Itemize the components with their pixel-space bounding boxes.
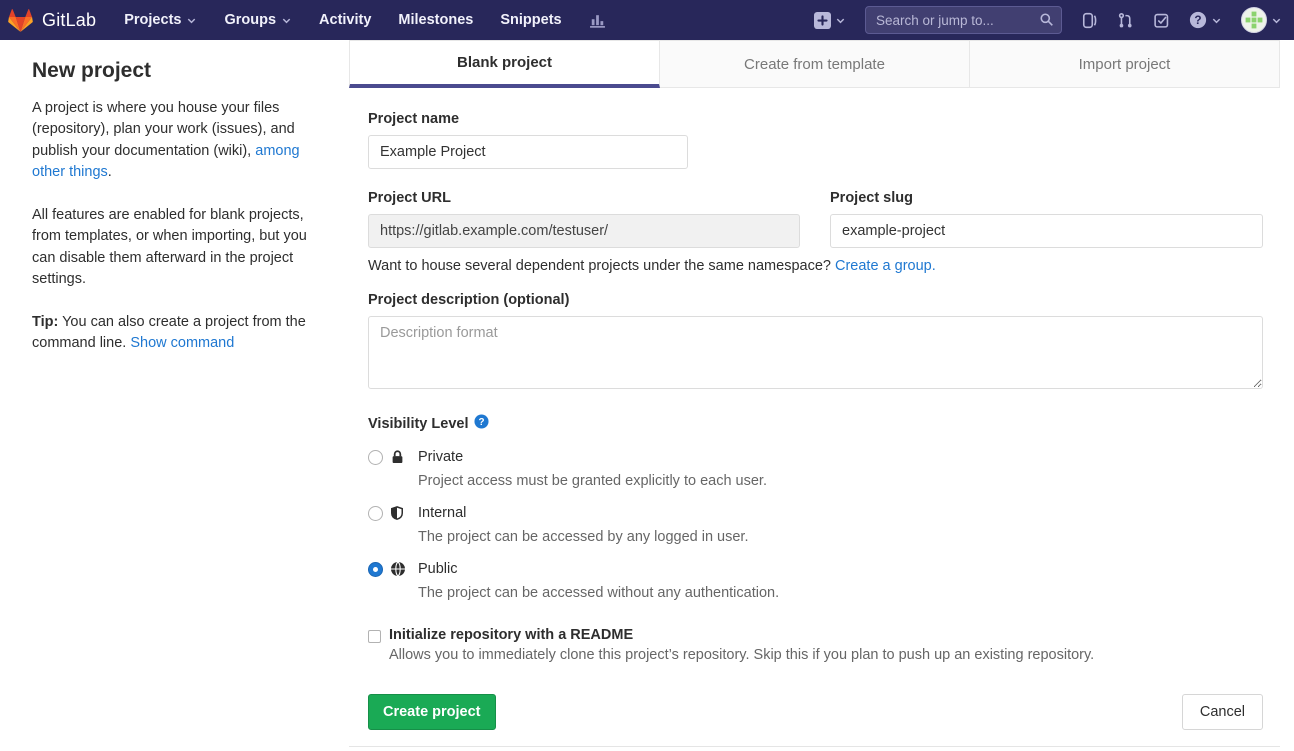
chevron-down-icon	[186, 15, 197, 26]
svg-text:?: ?	[479, 417, 485, 428]
visibility-level-label: Visibility Level	[368, 416, 468, 432]
new-menu-button[interactable]	[814, 12, 846, 29]
url-slug-row: Project URL Project slug	[368, 190, 1263, 248]
shield-icon	[390, 505, 412, 525]
help-icon: ?	[1189, 11, 1207, 29]
create-a-group-link[interactable]: Create a group.	[835, 258, 936, 274]
search-input[interactable]	[865, 6, 1062, 34]
private-label[interactable]: Private	[418, 448, 1263, 465]
merge-requests-button[interactable]	[1117, 12, 1134, 29]
namespace-hint: Want to house several dependent projects…	[368, 258, 1263, 274]
public-radio[interactable]	[368, 562, 383, 577]
visibility-help-icon[interactable]: ?	[474, 414, 489, 433]
new-project-form: Project name Project URL Project slug Wa…	[349, 88, 1280, 747]
project-type-tabs: Blank project Create from template Impor…	[349, 40, 1280, 88]
chevron-down-icon	[835, 15, 846, 26]
readme-option: Initialize repository with a README Allo…	[368, 627, 1263, 663]
description-block: Project description (optional)	[368, 292, 1263, 393]
nav-activity[interactable]: Activity	[319, 12, 371, 28]
cancel-button[interactable]: Cancel	[1182, 694, 1263, 730]
help-menu-button[interactable]: ?	[1189, 11, 1222, 29]
svg-text:?: ?	[1194, 13, 1201, 27]
project-url-label: Project URL	[368, 190, 800, 206]
nav-milestones[interactable]: Milestones	[398, 12, 473, 28]
page-title: New project	[32, 59, 317, 83]
plus-square-icon	[814, 12, 831, 29]
features-paragraph: All features are enabled for blank proje…	[32, 205, 317, 291]
global-search	[865, 6, 1062, 34]
chevron-down-icon	[1271, 15, 1282, 26]
gitlab-logo[interactable]: GitLab	[8, 8, 96, 33]
search-icon	[1039, 12, 1054, 27]
todos-check-icon	[1153, 12, 1170, 29]
project-description-textarea[interactable]	[368, 316, 1263, 389]
new-project-panel: Blank project Create from template Impor…	[349, 40, 1280, 747]
project-url-input[interactable]	[368, 214, 800, 248]
info-sidebar: New project A project is where you house…	[0, 40, 349, 376]
readme-description: Allows you to immediately clone this pro…	[389, 647, 1263, 663]
private-description: Project access must be granted explicitl…	[418, 473, 1263, 489]
project-name-label: Project name	[368, 111, 1263, 127]
intro-paragraph: A project is where you house your files …	[32, 98, 317, 184]
chart-icon[interactable]	[589, 12, 606, 29]
issues-icon	[1081, 12, 1098, 29]
logo-text: GitLab	[42, 10, 96, 31]
internal-label[interactable]: Internal	[418, 504, 1263, 521]
nav-groups[interactable]: Groups	[224, 12, 292, 28]
form-actions: Create project Cancel	[368, 694, 1263, 730]
top-navbar: GitLab Projects Groups Activity Mileston…	[0, 0, 1294, 40]
chevron-down-icon	[281, 15, 292, 26]
project-name-input[interactable]	[368, 135, 688, 169]
tanuki-icon	[8, 8, 33, 33]
create-project-button[interactable]: Create project	[368, 694, 496, 730]
main-nav: Projects Groups Activity Milestones Snip…	[124, 12, 605, 29]
visibility-option-public: Public The project can be accessed witho…	[368, 560, 1263, 601]
tip-paragraph: Tip: You can also create a project from …	[32, 312, 317, 355]
private-radio[interactable]	[368, 450, 383, 465]
public-label[interactable]: Public	[418, 560, 1263, 577]
visibility-option-internal: Internal The project can be accessed by …	[368, 504, 1263, 545]
issues-button[interactable]	[1081, 12, 1098, 29]
tab-blank-project[interactable]: Blank project	[349, 40, 660, 88]
readme-label[interactable]: Initialize repository with a README	[389, 627, 1263, 643]
tab-import-project[interactable]: Import project	[970, 40, 1280, 88]
avatar	[1241, 7, 1267, 33]
project-slug-label: Project slug	[830, 190, 1263, 206]
public-description: The project can be accessed without any …	[418, 585, 1263, 601]
todos-button[interactable]	[1153, 12, 1170, 29]
nav-snippets[interactable]: Snippets	[500, 12, 561, 28]
project-description-label: Project description (optional)	[368, 292, 1263, 308]
merge-request-icon	[1117, 12, 1134, 29]
page-content: New project A project is where you house…	[0, 40, 1294, 747]
internal-description: The project can be accessed by any logge…	[418, 529, 1263, 545]
internal-radio[interactable]	[368, 506, 383, 521]
lock-icon	[390, 449, 412, 469]
navbar-right: ?	[814, 6, 1282, 34]
globe-icon	[390, 561, 412, 581]
nav-projects[interactable]: Projects	[124, 12, 197, 28]
user-menu-button[interactable]	[1241, 7, 1282, 33]
visibility-header: Visibility Level ?	[368, 414, 1263, 433]
project-slug-input[interactable]	[830, 214, 1263, 248]
chevron-down-icon	[1211, 15, 1222, 26]
readme-checkbox[interactable]	[368, 630, 381, 643]
visibility-option-private: Private Project access must be granted e…	[368, 448, 1263, 489]
show-command-link[interactable]: Show command	[130, 335, 234, 351]
tab-create-from-template[interactable]: Create from template	[660, 40, 970, 88]
